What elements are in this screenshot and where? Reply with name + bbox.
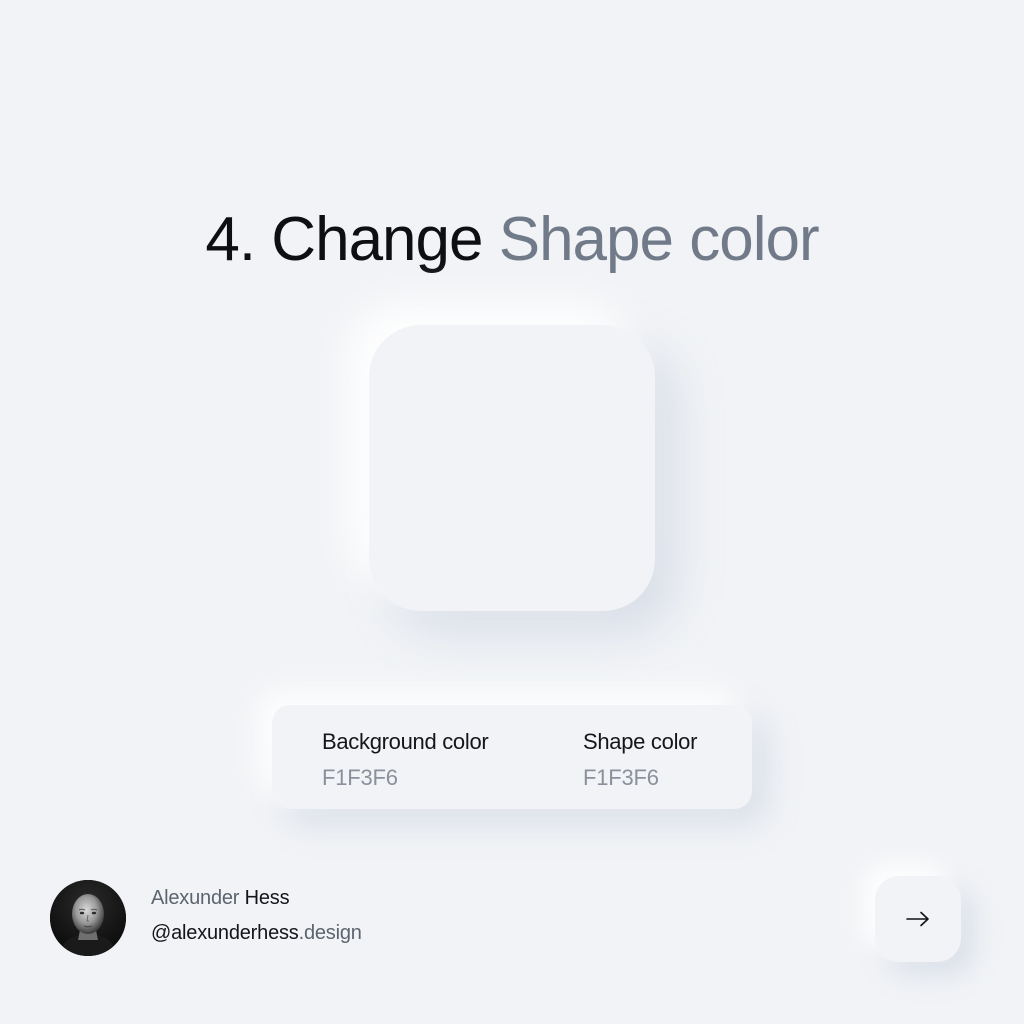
background-color-value: F1F3F6: [322, 765, 398, 790]
avatar-portrait-icon: [50, 880, 126, 956]
author-text: Alexunder Hess @alexunderhess.design: [151, 884, 362, 947]
page-title: 4. Change Shape color: [0, 200, 1024, 280]
author-name: Alexunder Hess: [151, 884, 362, 912]
author-first-name: Alexunder: [151, 887, 240, 909]
neumorphic-shape: [369, 325, 655, 611]
shape-color-info: Shape color F1F3F6: [583, 727, 697, 793]
background-color-info: Background color F1F3F6: [322, 727, 489, 793]
background-color-label: Background color: [322, 729, 489, 754]
author-handle-name: @alexunderhess: [151, 922, 299, 944]
shape-color-label: Shape color: [583, 729, 698, 754]
next-button[interactable]: [875, 876, 961, 962]
author-last-name: Hess: [244, 887, 290, 909]
avatar: [50, 880, 126, 956]
shape-color-value: F1F3F6: [583, 765, 659, 790]
author-handle-suffix: .design: [298, 922, 362, 944]
arrow-right-icon: [906, 911, 929, 927]
title-prefix: 4. Change: [205, 204, 499, 274]
title-highlight: Shape color: [498, 204, 820, 274]
color-info-card: Background color F1F3F6 Shape color F1F3…: [272, 705, 752, 809]
author-handle: @alexunderhess.design: [151, 919, 362, 947]
